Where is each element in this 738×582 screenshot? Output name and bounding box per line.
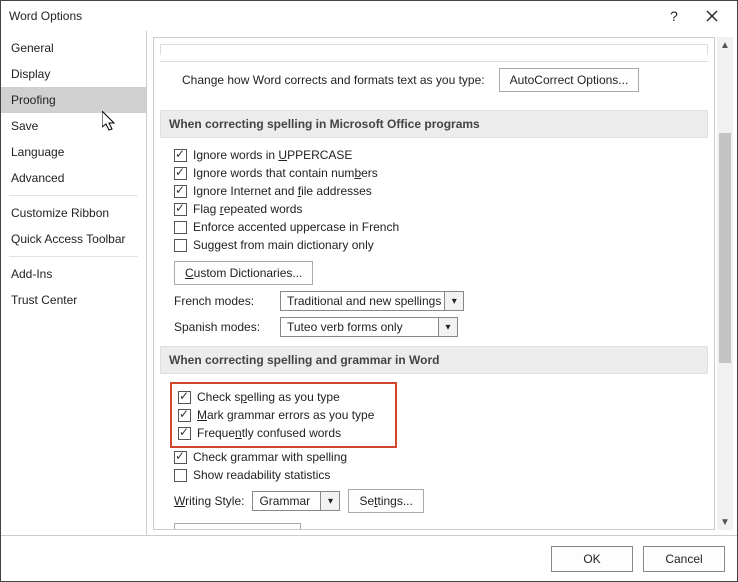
dialog-footer: OK Cancel (1, 535, 737, 581)
ok-button[interactable]: OK (551, 546, 633, 572)
check-ignore-numbers[interactable] (174, 167, 187, 180)
check-readability-label: Show readability statistics (193, 468, 330, 482)
check-enforce-accented-label: Enforce accented uppercase in French (193, 220, 399, 234)
scroll-down-icon[interactable]: ▼ (717, 514, 733, 530)
check-grammar-errors[interactable] (178, 409, 191, 422)
content-panel: Change how Word corrects and formats tex… (153, 37, 715, 530)
check-ignore-uppercase-label: Ignore words in UPPERCASE (193, 148, 352, 162)
autocorrect-description: Change how Word corrects and formats tex… (182, 73, 485, 87)
window-title: Word Options (9, 1, 655, 31)
check-main-dict-only[interactable] (174, 239, 187, 252)
chevron-down-icon: ▾ (438, 318, 457, 336)
check-spelling-as-you-type-label: Check spelling as you type (197, 390, 340, 404)
section-office-spelling-header: When correcting spelling in Microsoft Of… (160, 110, 708, 138)
check-confused-words[interactable] (178, 427, 191, 440)
autocorrect-options-button[interactable]: AutoCorrect Options... (499, 68, 640, 92)
scroll-up-icon[interactable]: ▲ (717, 37, 733, 53)
check-grammar-with-spelling[interactable] (174, 451, 187, 464)
title-bar: Word Options ? (1, 1, 737, 32)
check-enforce-accented[interactable] (174, 221, 187, 234)
custom-dictionaries-button[interactable]: Custom Dictionaries... (174, 261, 313, 285)
spanish-modes-label: Spanish modes: (174, 320, 272, 334)
highlighted-group: Check spelling as you type Mark grammar … (170, 382, 397, 448)
recheck-document-button[interactable]: Recheck Document (174, 523, 301, 530)
check-ignore-uppercase[interactable] (174, 149, 187, 162)
cancel-button[interactable]: Cancel (643, 546, 725, 572)
chevron-down-icon: ▾ (444, 292, 463, 310)
section-word-spelling-header: When correcting spelling and grammar in … (160, 346, 708, 374)
check-flag-repeated-label: Flag repeated words (193, 202, 302, 216)
check-confused-words-label: Frequently confused words (197, 426, 341, 440)
nav-customize-ribbon[interactable]: Customize Ribbon (1, 200, 146, 226)
nav-display[interactable]: Display (1, 61, 146, 87)
check-grammar-with-spelling-label: Check grammar with spelling (193, 450, 347, 464)
writing-style-label: Writing Style: (174, 494, 244, 508)
check-grammar-errors-label: Mark grammar errors as you type (197, 408, 374, 422)
check-ignore-urls-label: Ignore Internet and file addresses (193, 184, 372, 198)
check-ignore-numbers-label: Ignore words that contain numbers (193, 166, 378, 180)
french-modes-label: French modes: (174, 294, 272, 308)
writing-style-select[interactable]: Grammar ▾ (252, 491, 340, 511)
vertical-scrollbar[interactable]: ▲ ▼ (717, 37, 733, 530)
scroll-thumb[interactable] (719, 133, 731, 363)
spanish-modes-select[interactable]: Tuteo verb forms only ▾ (280, 317, 458, 337)
nav-language[interactable]: Language (1, 139, 146, 165)
chevron-down-icon: ▾ (320, 492, 339, 510)
nav-save[interactable]: Save (1, 113, 146, 139)
check-ignore-urls[interactable] (174, 185, 187, 198)
check-readability[interactable] (174, 469, 187, 482)
word-options-dialog: Word Options ? General Display Proofing … (0, 0, 738, 582)
nav-trust-center[interactable]: Trust Center (1, 287, 146, 313)
nav-proofing[interactable]: Proofing (1, 87, 146, 113)
close-button[interactable] (693, 2, 731, 30)
french-modes-select[interactable]: Traditional and new spellings ▾ (280, 291, 464, 311)
nav-add-ins[interactable]: Add-Ins (1, 261, 146, 287)
help-button[interactable]: ? (655, 2, 693, 30)
nav-quick-access[interactable]: Quick Access Toolbar (1, 226, 146, 252)
nav-advanced[interactable]: Advanced (1, 165, 146, 191)
categories-sidebar: General Display Proofing Save Language A… (1, 31, 147, 536)
check-main-dict-only-label: Suggest from main dictionary only (193, 238, 374, 252)
check-spelling-as-you-type[interactable] (178, 391, 191, 404)
settings-button[interactable]: Settings... (348, 489, 423, 513)
check-flag-repeated[interactable] (174, 203, 187, 216)
nav-general[interactable]: General (1, 35, 146, 61)
